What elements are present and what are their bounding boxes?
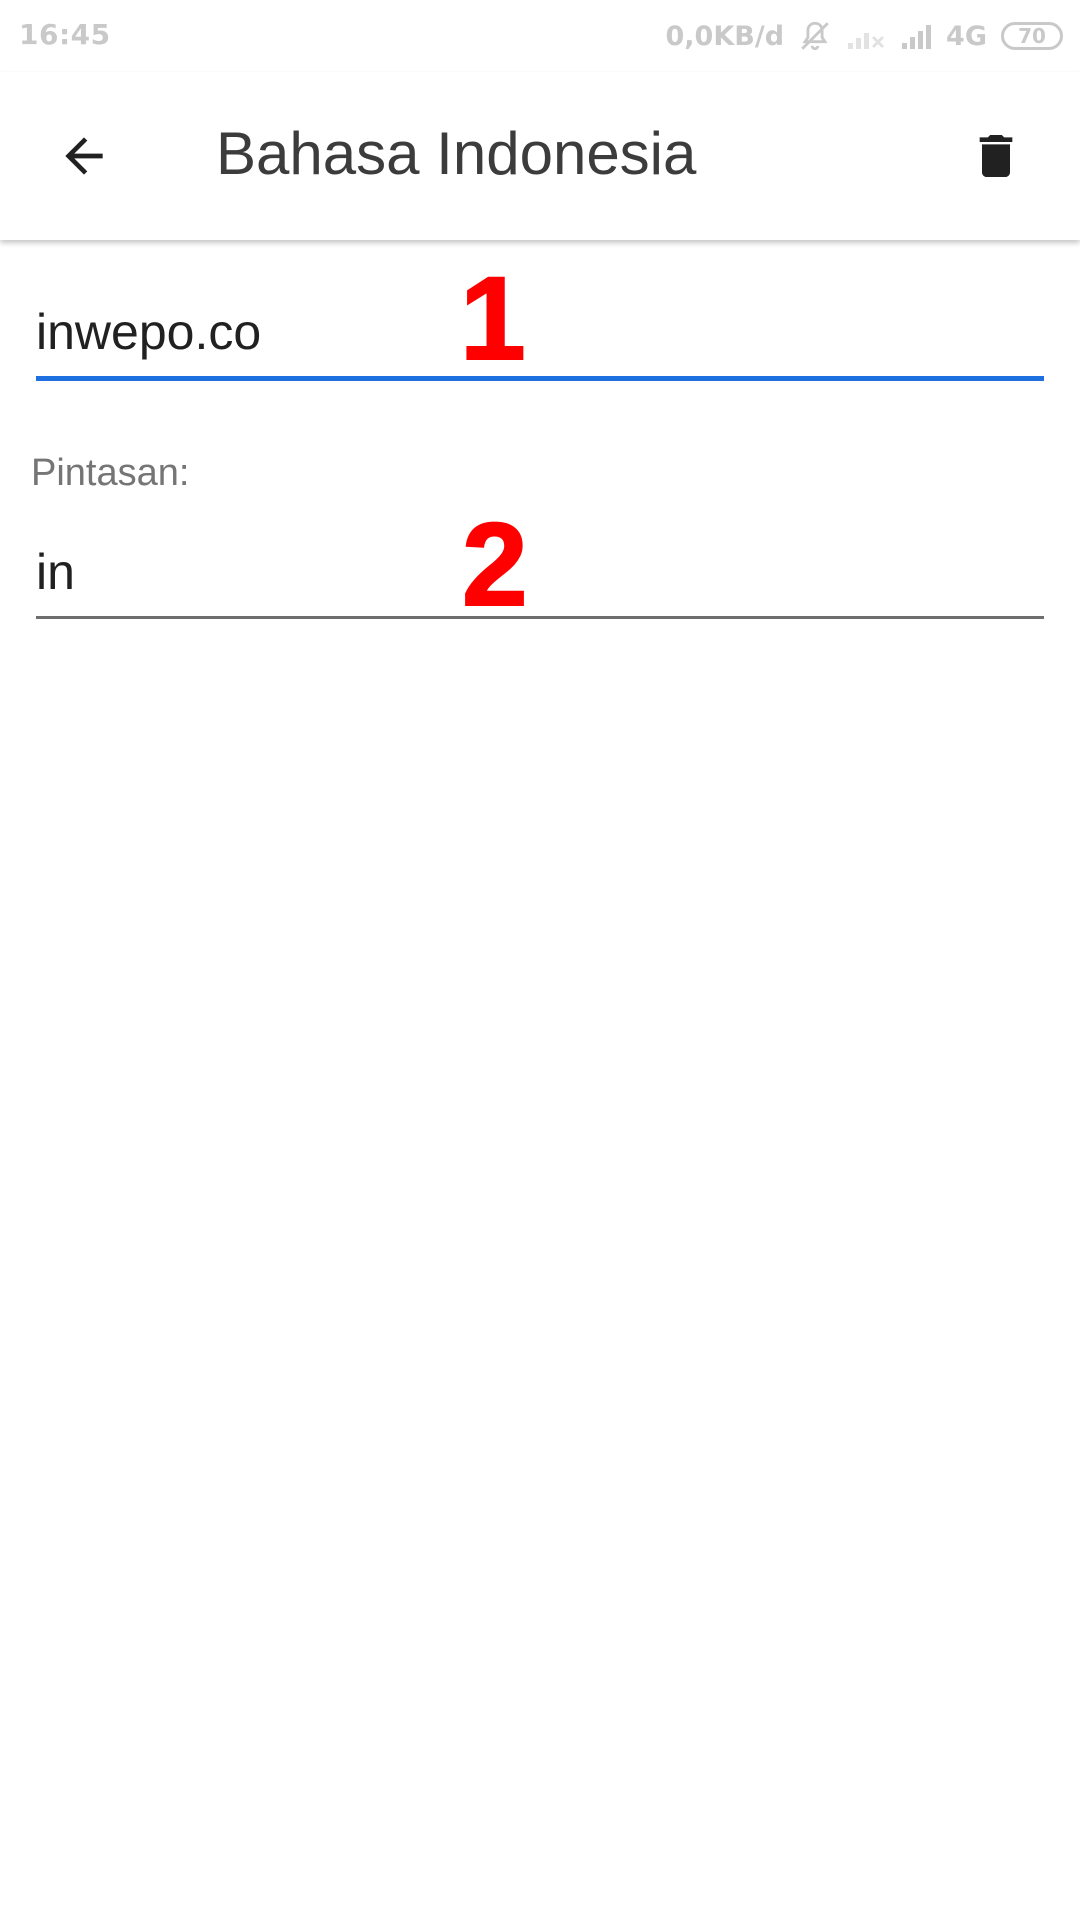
status-right-cluster: 0,0KB/d 4G 70: [666, 14, 1063, 58]
shortcut-input[interactable]: [36, 542, 1044, 602]
trash-icon: [979, 135, 1013, 177]
net-speed: 0,0KB/d: [665, 20, 785, 52]
signal-off-icon: [846, 21, 886, 51]
back-arrow-icon: [65, 137, 103, 175]
text-field-underline-active: [36, 376, 1044, 381]
shortcut-field-underline: [36, 616, 1044, 619]
battery-icon: 70: [1001, 22, 1063, 50]
edit-form: Pintasan: 1 2: [0, 240, 1080, 1920]
text-input[interactable]: [36, 302, 1044, 362]
status-bar: 16:45 0,0KB/d 4G 70: [0, 0, 1080, 72]
back-button[interactable]: [36, 108, 132, 204]
shortcut-field[interactable]: [36, 542, 1044, 619]
shortcut-label: Pintasan:: [31, 452, 190, 494]
signal-icon: [900, 21, 940, 51]
battery-level: 70: [1018, 24, 1046, 48]
annotation-marker-1: 1: [459, 253, 527, 385]
muted-bell-icon: [798, 19, 832, 53]
page-title: Bahasa Indonesia: [216, 120, 697, 187]
delete-button[interactable]: [948, 108, 1044, 204]
app-bar: Bahasa Indonesia: [0, 72, 1080, 240]
status-time: 16:45: [19, 18, 111, 51]
text-field[interactable]: [36, 302, 1044, 381]
network-type: 4G: [946, 20, 987, 52]
annotation-marker-2: 2: [461, 499, 529, 631]
